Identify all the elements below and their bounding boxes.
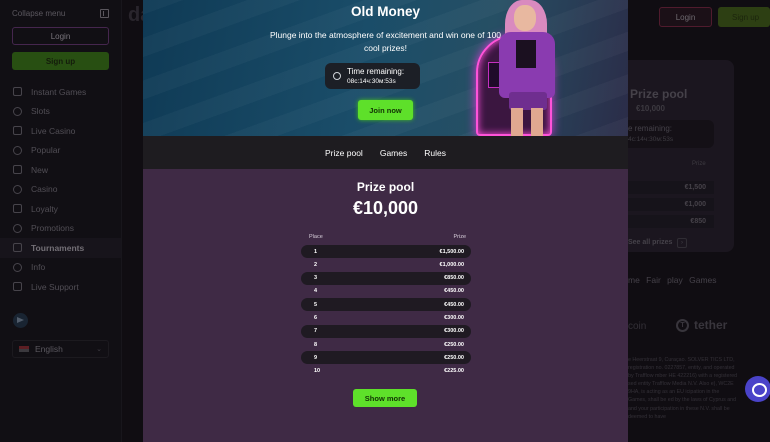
place-column-header: Place	[309, 234, 323, 240]
timer-label: Time remaining:	[347, 67, 405, 76]
prize-table-row: 3 €850.00	[301, 271, 471, 285]
prize-table-row: 1 €1,500.00	[301, 245, 471, 258]
prize-pool-amount: €10,000	[352, 198, 419, 218]
timer-value: 08c:14ч:30м:53s	[347, 78, 396, 85]
prize-table-row: 2 €1,000.00	[301, 258, 471, 271]
prize-pool-section: Prize pool €10,000 Place Prize Show more…	[143, 169, 628, 442]
prize-cell: €1,500.00	[439, 248, 464, 255]
tournament-modal: Old Money Plunge into the atmosphere of …	[143, 0, 628, 442]
place-cell: 1	[314, 248, 318, 255]
tournament-subtitle: Plunge into the atmosphere of excitement…	[269, 30, 502, 53]
prize-cell: €225.00	[444, 368, 464, 375]
place-cell: 2	[314, 261, 318, 268]
prize-cell: €450.00	[444, 301, 464, 308]
place-cell: 4	[314, 288, 318, 295]
prize-cell: €450.00	[444, 288, 464, 295]
join-now-button[interactable]: Join now	[358, 100, 413, 120]
tab-games[interactable]: Games	[380, 148, 407, 158]
tournament-title: Old Money	[350, 4, 420, 19]
prize-table-row: 5 €450.00	[301, 298, 471, 312]
prize-cell: €250.00	[444, 341, 464, 348]
prize-table-header: Place Prize	[309, 234, 466, 240]
prize-column-header: Prize	[453, 234, 466, 240]
place-cell: 9	[314, 354, 318, 361]
prize-cell: €850.00	[444, 275, 464, 282]
place-cell: 5	[314, 301, 318, 308]
place-cell: 8	[314, 341, 318, 348]
place-cell: 7	[314, 328, 318, 335]
prize-pool-title: Prize pool	[356, 180, 415, 194]
prize-table-row: 8 €250.00	[301, 338, 471, 351]
prize-table-row: 6 €300.00	[301, 312, 471, 325]
place-cell: 10	[314, 368, 321, 375]
tab-rules[interactable]: Rules	[424, 148, 446, 158]
character-illustration	[493, 0, 573, 136]
show-more-button[interactable]: Show more	[353, 389, 417, 407]
prize-cell: €250.00	[444, 354, 464, 361]
prize-cell: €1,000.00	[439, 261, 464, 268]
tab-prize-pool[interactable]: Prize pool	[325, 148, 363, 158]
prize-table-row: 9 €250.00	[301, 351, 471, 365]
prize-table-row: 7 €300.00	[301, 324, 471, 338]
place-cell: 3	[314, 275, 318, 282]
prize-table-row: 10 €225.00	[301, 365, 471, 378]
timer-box: Time remaining: 08c:14ч:30м:53s	[325, 63, 420, 89]
prize-cell: €300.00	[444, 328, 464, 335]
prize-table-row: 4 €450.00	[301, 285, 471, 298]
tournament-banner: Old Money Plunge into the atmosphere of …	[143, 0, 628, 136]
prize-cell: €300.00	[444, 315, 464, 321]
chat-icon[interactable]	[745, 376, 770, 402]
place-cell: 6	[314, 315, 318, 321]
modal-tabs: Prize pool Games Rules	[143, 136, 628, 169]
clock-icon	[333, 72, 341, 80]
